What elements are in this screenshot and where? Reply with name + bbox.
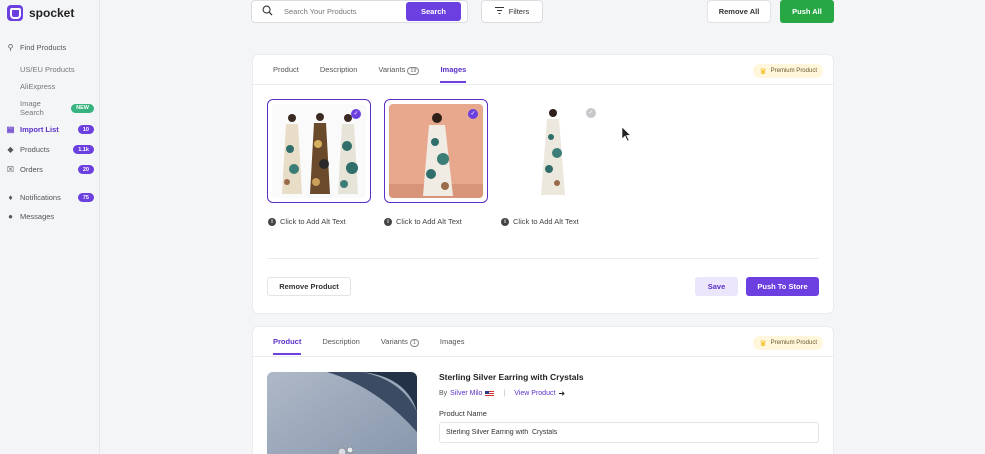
logo[interactable]: spocket	[7, 5, 74, 21]
sidebar-item-orders[interactable]: ☒ Orders 20	[6, 165, 94, 174]
search-box: Search	[251, 0, 468, 23]
sidebar-item-label: Notifications	[20, 193, 61, 202]
crown-icon: ♛	[759, 66, 767, 76]
sidebar-item-label: Import List	[20, 125, 59, 134]
info-icon: i	[384, 217, 392, 226]
product-name-label: Product Name	[439, 409, 487, 418]
product-image	[505, 103, 601, 199]
product-image	[389, 104, 483, 198]
selected-check-icon[interactable]: ✓	[351, 109, 361, 119]
tab-description[interactable]: Description	[322, 337, 360, 355]
tab-product[interactable]: Product	[273, 65, 299, 83]
premium-badge: ♛ Premium Product	[753, 64, 823, 78]
sidebar-item-products[interactable]: ◆ Products 1.1k	[6, 145, 94, 154]
tab-divider	[253, 356, 833, 357]
push-all-button[interactable]: Push All	[780, 0, 834, 23]
search-input[interactable]	[284, 7, 404, 16]
chat-icon: ●	[8, 212, 13, 221]
tab-product[interactable]: Product	[273, 337, 302, 355]
tab-variants[interactable]: Variants 1	[381, 337, 419, 355]
cart-icon: ☒	[6, 165, 15, 174]
save-button[interactable]: Save	[695, 277, 738, 296]
sidebar-item-image-search[interactable]: Image Search NEW	[20, 99, 94, 117]
sidebar-item-import-list[interactable]: ▤ Import List 10	[6, 125, 94, 134]
tab-images[interactable]: Images	[440, 337, 465, 355]
mouse-cursor-icon	[622, 127, 632, 142]
sidebar: spocket ⚲ Find Products US/EU Products A…	[0, 0, 100, 454]
search-icon	[262, 5, 278, 19]
product-image-2[interactable]: ✓	[384, 99, 488, 203]
tab-description[interactable]: Description	[320, 65, 358, 83]
sidebar-item-label: Find Products	[20, 43, 67, 52]
sidebar-item-label: Messages	[20, 212, 55, 221]
list-icon: ▤	[6, 125, 15, 134]
sidebar-item-label: Image Search	[20, 99, 44, 117]
product-image	[272, 104, 366, 198]
count-badge: 75	[77, 193, 94, 202]
tag-icon: ◆	[7, 145, 14, 154]
product-tabs: Product Description Variants 1 Images	[273, 337, 486, 355]
sidebar-item-label: AliExpress	[20, 82, 56, 91]
spocket-logo-icon	[7, 5, 23, 21]
filters-button[interactable]: Filters	[481, 0, 543, 23]
separator: |	[503, 390, 506, 397]
product-name-input[interactable]	[439, 422, 819, 443]
product-vendor-line: By Silver Milo | View Product ➜	[439, 389, 566, 398]
sidebar-item-us-eu-products[interactable]: US/EU Products	[20, 65, 94, 74]
alt-text-link-2[interactable]: i Click to Add Alt Text	[384, 217, 462, 226]
alt-text-link-1[interactable]: i Click to Add Alt Text	[268, 217, 346, 226]
variant-count: 1	[409, 339, 419, 347]
filters-label: Filters	[508, 7, 530, 16]
search-button[interactable]: Search	[406, 2, 461, 21]
product-main-image[interactable]	[267, 372, 417, 454]
alt-text-link-3[interactable]: i Click to Add Alt Text	[501, 217, 579, 226]
count-badge: 10	[77, 125, 94, 134]
sidebar-item-find-products[interactable]: ⚲ Find Products	[6, 43, 94, 52]
premium-badge: ♛ Premium Product	[753, 336, 823, 350]
tab-images[interactable]: Images	[440, 65, 466, 83]
sidebar-item-aliexpress[interactable]: AliExpress	[20, 82, 94, 91]
count-badge: 1.1k	[73, 145, 94, 154]
sidebar-item-label: Products	[20, 145, 50, 154]
tab-divider	[253, 84, 833, 85]
push-to-store-button[interactable]: Push To Store	[746, 277, 819, 296]
count-badge: 20	[77, 165, 94, 174]
sidebar-item-label: US/EU Products	[20, 65, 75, 74]
arrow-right-icon: ➜	[558, 389, 566, 398]
import-product-card: Product Description Variants 19 Images ♛ …	[252, 54, 834, 314]
product-title: Sterling Silver Earring with Crystals	[439, 372, 584, 382]
tab-variants[interactable]: Variants 19	[378, 65, 420, 83]
unselected-check-icon[interactable]: ✓	[586, 108, 596, 118]
remove-product-button[interactable]: Remove Product	[267, 277, 351, 296]
sidebar-item-notifications[interactable]: ♦ Notifications 75	[6, 193, 94, 202]
sidebar-item-messages[interactable]: ● Messages	[6, 212, 94, 221]
import-product-card-2: Product Description Variants 1 Images ♛ P…	[252, 326, 834, 454]
selected-check-icon[interactable]: ✓	[468, 109, 478, 119]
logo-text: spocket	[29, 6, 75, 20]
filter-icon	[494, 7, 504, 16]
us-flag-icon	[485, 390, 495, 397]
remove-all-button[interactable]: Remove All	[707, 0, 771, 23]
card-divider	[267, 258, 819, 259]
vendor-link[interactable]: Silver Milo	[450, 390, 482, 397]
search-icon: ⚲	[7, 43, 14, 52]
new-badge: NEW	[71, 103, 94, 113]
variant-count: 19	[407, 67, 420, 75]
product-image-1[interactable]: ✓	[267, 99, 371, 203]
info-icon: i	[268, 217, 276, 226]
info-icon: i	[501, 217, 509, 226]
view-product-link[interactable]: View Product	[514, 390, 555, 397]
product-image-3[interactable]: ✓	[501, 99, 605, 203]
bell-icon: ♦	[8, 193, 13, 202]
crown-icon: ♛	[759, 338, 767, 348]
sidebar-item-label: Orders	[20, 165, 43, 174]
product-tabs: Product Description Variants 19 Images	[273, 65, 487, 83]
